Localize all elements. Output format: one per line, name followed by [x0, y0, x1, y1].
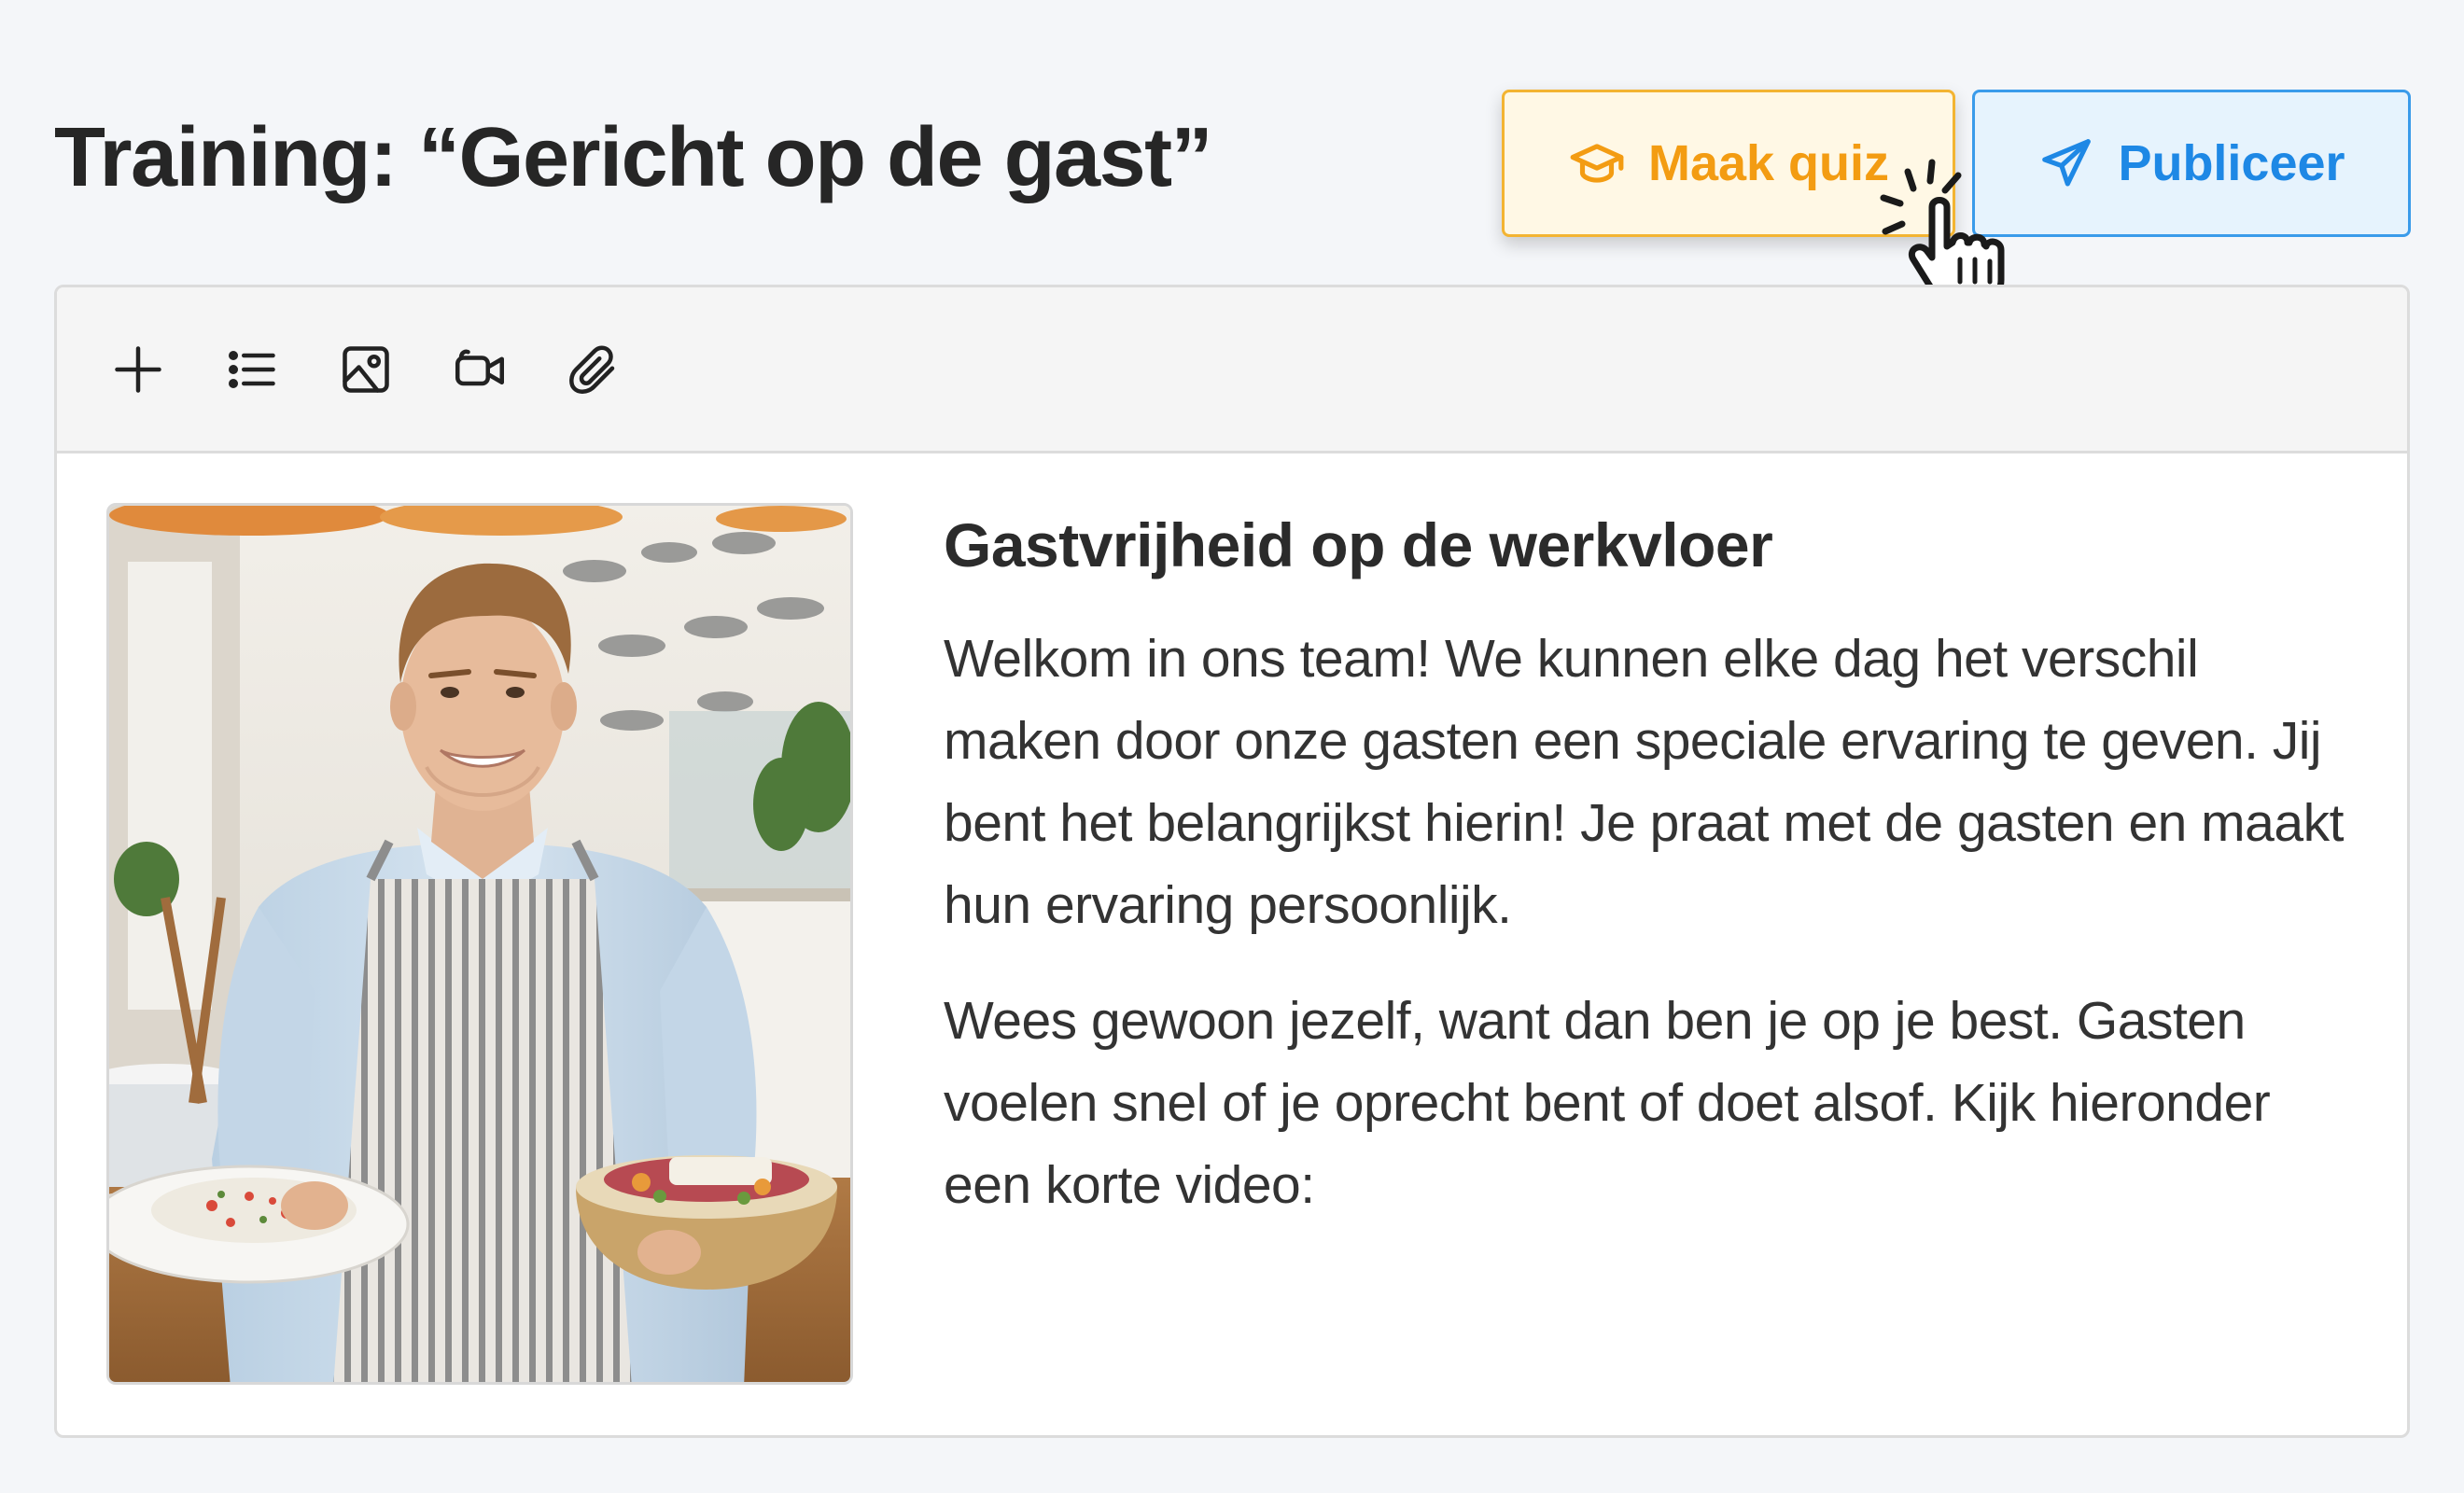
publish-button[interactable]: Publiceer	[1972, 90, 2411, 237]
insert-list-button[interactable]	[222, 340, 282, 399]
article-text: Gastvrijheid op de werkvloer Welkom in o…	[944, 509, 2362, 1260]
page-title: Training: “Gericht op de gast”	[54, 111, 1213, 204]
editor-content: Gastvrijheid op de werkvloer Welkom in o…	[57, 453, 2407, 1435]
list-icon	[229, 350, 275, 388]
publish-label: Publiceer	[2118, 135, 2345, 191]
content-editor: Gastvrijheid op de werkvloer Welkom in o…	[54, 285, 2410, 1438]
create-quiz-label: Maak quiz	[1647, 135, 1890, 191]
insert-video-button[interactable]	[450, 340, 510, 399]
add-block-button[interactable]	[108, 340, 168, 399]
image-icon	[343, 345, 389, 393]
create-quiz-button[interactable]: Maak quiz	[1502, 90, 1955, 237]
video-icon	[455, 349, 504, 385]
waiter-photo	[106, 503, 853, 1385]
article-paragraph: Welkom in ons team! We kunnen elke dag h…	[944, 629, 2344, 935]
paperclip-icon	[569, 345, 615, 394]
article-paragraph: Wees gewoon jezelf, want dan ben je op j…	[944, 991, 2271, 1215]
graduation-cap-icon	[1568, 134, 1626, 192]
insert-image-button[interactable]	[336, 340, 396, 399]
attach-file-button[interactable]	[564, 340, 623, 399]
send-icon	[2037, 134, 2095, 192]
article-heading: Gastvrijheid op de werkvloer	[944, 510, 1773, 579]
editor-toolbar	[57, 287, 2407, 453]
plus-icon	[115, 345, 161, 393]
